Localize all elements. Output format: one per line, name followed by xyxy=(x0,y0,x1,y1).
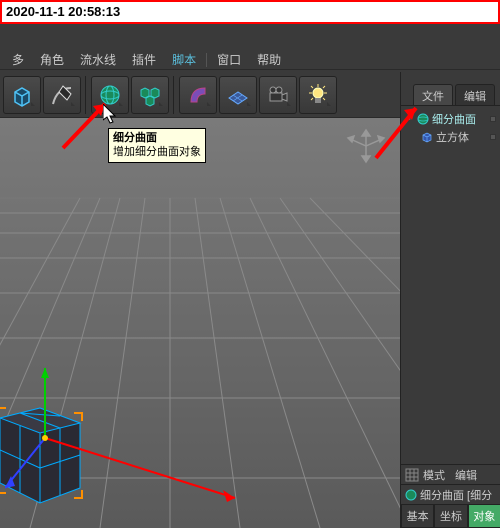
menu-separator xyxy=(206,53,207,67)
menu-item-3[interactable]: 插件 xyxy=(124,49,164,70)
sphere-icon xyxy=(405,489,417,501)
grid-icon xyxy=(405,468,419,482)
attr-mode-label[interactable]: 模式 xyxy=(423,467,445,483)
menu-item-0[interactable]: 多 xyxy=(4,49,32,70)
attr-object-name: 细分曲面 [细分 xyxy=(420,487,492,503)
menu-item-4[interactable]: 脚本 xyxy=(164,49,204,70)
visibility-dots[interactable] xyxy=(490,134,498,140)
tool-cube-primitive[interactable] xyxy=(3,76,41,114)
tab-edit[interactable]: 编辑 xyxy=(455,84,495,105)
tool-deformer[interactable] xyxy=(179,76,217,114)
attr-tabs: 基本 坐标 对象 xyxy=(401,504,500,528)
attr-tab-coord[interactable]: 坐标 xyxy=(434,504,467,528)
bend-icon xyxy=(185,82,211,108)
tooltip-title: 细分曲面 xyxy=(113,131,201,145)
viewport[interactable] xyxy=(0,118,400,528)
attr-header: 模式 编辑 xyxy=(401,464,500,484)
toolbar-separator xyxy=(173,76,175,114)
menu-item-5[interactable]: 窗口 xyxy=(209,49,249,70)
attr-tab-object[interactable]: 对象 xyxy=(468,504,500,528)
light-icon xyxy=(305,82,331,108)
menu-item-1[interactable]: 角色 xyxy=(32,49,72,70)
axis-gizmo[interactable] xyxy=(5,368,245,528)
attr-object-row: 细分曲面 [细分 xyxy=(401,484,500,504)
menu-item-2[interactable]: 流水线 xyxy=(72,49,124,70)
cube-prim-icon xyxy=(9,82,35,108)
timestamp-text: 2020-11-1 20:58:13 xyxy=(6,4,120,19)
tool-floor[interactable] xyxy=(219,76,257,114)
menu-item-6[interactable]: 帮助 xyxy=(249,49,289,70)
attr-edit-label[interactable]: 编辑 xyxy=(455,467,477,483)
tooltip-desc: 增加细分曲面对象 xyxy=(113,145,201,159)
visibility-dots[interactable] xyxy=(490,116,498,122)
tree-item-label: 细分曲面 xyxy=(432,111,476,127)
tool-camera[interactable] xyxy=(259,76,297,114)
tool-array[interactable] xyxy=(131,76,169,114)
attribute-panel: 模式 编辑 细分曲面 [细分 基本 坐标 对象 xyxy=(401,464,500,528)
tooltip: 细分曲面 增加细分曲面对象 xyxy=(108,128,206,163)
timestamp-bar: 2020-11-1 20:58:13 xyxy=(0,0,500,24)
camera-icon xyxy=(265,82,291,108)
floor-icon xyxy=(225,82,251,108)
tree-item-label: 立方体 xyxy=(436,129,469,145)
annotation-arrow-right xyxy=(370,98,430,168)
menubar: 多 角色 流水线 插件 脚本 窗口 帮助 xyxy=(0,50,500,70)
tool-light[interactable] xyxy=(299,76,337,114)
mouse-cursor xyxy=(103,104,121,126)
attr-tab-basic[interactable]: 基本 xyxy=(401,504,434,528)
multi-cube-icon xyxy=(137,82,163,108)
